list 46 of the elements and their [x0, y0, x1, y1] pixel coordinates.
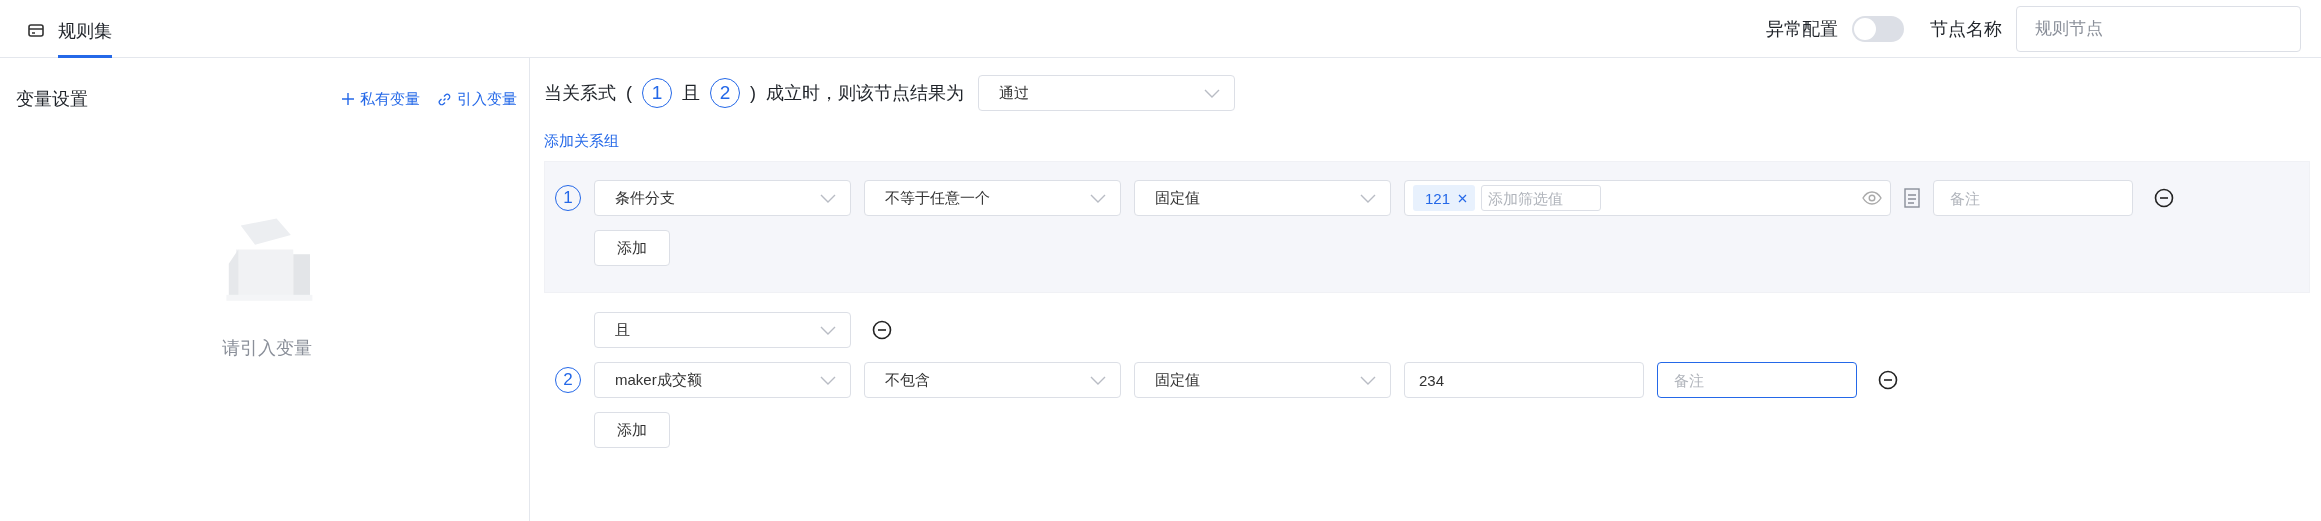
add-button[interactable]: 添加 [594, 230, 670, 266]
field-select[interactable]: 条件分支 [594, 180, 851, 216]
node-name-input[interactable]: 规则节点 [2016, 5, 2301, 52]
condition-text: 成立时，则该节点结果为 [766, 82, 964, 105]
add-variable-link[interactable]: 私有变量 [342, 89, 420, 109]
value-input[interactable]: 234 [1404, 362, 1644, 398]
value-tag: 121 [1413, 185, 1476, 211]
field-label: 节点名称 [1930, 17, 2002, 41]
close-icon[interactable] [1458, 193, 1468, 203]
parenthesis: ( [626, 82, 632, 104]
value-type-select[interactable]: 固定值 [1134, 180, 1391, 216]
chevron-down-icon [1090, 375, 1106, 385]
parenthesis: ) [750, 82, 756, 104]
connector-select[interactable]: 且 [594, 312, 851, 348]
eye-icon[interactable] [1862, 191, 1882, 205]
chevron-down-icon [820, 375, 836, 385]
note-input[interactable]: 备注 [1657, 362, 1857, 398]
chevron-down-icon [1090, 193, 1106, 203]
tab[interactable]: 规则集 [58, 3, 112, 58]
condition-text: 当关系式 [544, 82, 616, 105]
operator-text: 且 [682, 82, 700, 105]
field-label: 异常配置 [1766, 17, 1838, 41]
chevron-down-icon [820, 193, 836, 203]
chevron-down-icon [1360, 193, 1376, 203]
link-icon [438, 92, 451, 106]
chevron-down-icon [1360, 375, 1376, 385]
plus-icon [342, 93, 354, 105]
remove-icon[interactable] [872, 320, 892, 340]
tag-input[interactable]: 121 添加筛选值 [1404, 180, 1891, 216]
toggle-switch[interactable] [1852, 15, 1904, 42]
chevron-down-icon [1204, 88, 1220, 98]
add-variable-link[interactable]: 引入变量 [438, 89, 517, 109]
operator-select[interactable]: 不等于任意一个 [864, 180, 1121, 216]
add-group-link[interactable]: 添加关系组 [544, 132, 619, 151]
field-select[interactable]: maker成交额 [594, 362, 851, 398]
panel-title: 变量设置 [16, 88, 89, 111]
filter-input[interactable]: 添加筛选值 [1481, 185, 1602, 211]
empty-message: 请引入变量 [221, 337, 312, 360]
add-button[interactable]: 添加 [594, 412, 670, 448]
operator-select[interactable]: 不包含 [864, 362, 1121, 398]
card-icon [28, 24, 44, 37]
chevron-down-icon [820, 325, 836, 335]
value-type-select[interactable]: 固定值 [1134, 362, 1391, 398]
result-select[interactable]: 通过 [978, 75, 1235, 111]
remove-icon[interactable] [1878, 370, 1898, 390]
remove-icon[interactable] [2154, 188, 2174, 208]
